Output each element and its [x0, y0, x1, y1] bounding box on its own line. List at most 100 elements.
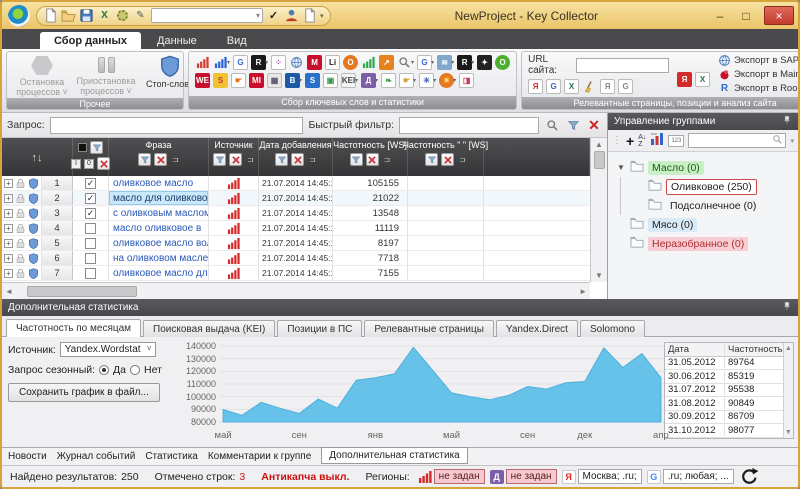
open-project-icon[interactable] [61, 8, 76, 23]
row-check-cell[interactable]: ✓ [73, 191, 109, 205]
maximize-button[interactable]: □ [738, 9, 754, 23]
lock-icon[interactable] [15, 208, 26, 219]
select-all-icon[interactable] [78, 143, 87, 152]
ribbon-tab-3[interactable]: Вид [213, 32, 261, 49]
row-checkbox[interactable]: ✓ [85, 193, 96, 204]
collect-service-icon[interactable]: O [495, 55, 510, 70]
ribbon-button-2[interactable]: Приостановка процессов ˅ [75, 53, 137, 97]
row-checkbox[interactable]: ✓ [85, 208, 96, 219]
export-excel-icon[interactable]: X [97, 8, 112, 23]
sort-icon[interactable]: ↑↓ [32, 152, 43, 164]
lock-icon[interactable] [15, 253, 26, 264]
row-checkbox[interactable]: ✓ [85, 178, 96, 189]
source-select[interactable]: Yandex.Wordstat [60, 342, 156, 357]
stats-tab-5[interactable]: Yandex.Direct [496, 320, 578, 337]
row-checkbox[interactable] [85, 268, 96, 279]
seasonal-no-radio[interactable] [130, 365, 140, 375]
shield-icon[interactable] [28, 178, 39, 189]
lock-icon[interactable] [15, 268, 26, 279]
settings-gear-icon[interactable] [115, 8, 130, 23]
close-button[interactable]: × [764, 6, 794, 25]
search-settings-icon[interactable] [544, 117, 560, 133]
check-filter-icon[interactable] [90, 141, 103, 154]
page-service-icon[interactable]: X [695, 72, 710, 87]
collect-service-icon[interactable]: ↗ [379, 55, 394, 70]
expand-icon[interactable]: + [4, 224, 13, 233]
collect-service-icon[interactable]: R [457, 55, 472, 70]
collect-service-icon[interactable]: ☀ [439, 73, 454, 88]
bottom-tab-3[interactable]: Статистика [145, 451, 198, 462]
add-group-icon[interactable]: + [626, 133, 634, 149]
shield-icon[interactable] [28, 193, 39, 204]
collect-service-icon[interactable]: ✳ [419, 73, 434, 88]
filter-icon[interactable] [275, 153, 288, 166]
clear-filter-icon[interactable] [291, 153, 304, 166]
table-row[interactable]: +2✓масло для оливковое21.07.2014 14:45:1… [2, 191, 607, 206]
horizontal-scrollbar[interactable]: ◄ ► [2, 282, 590, 299]
region-chip-2[interactable]: Дне задан [490, 469, 557, 484]
row-checkbox[interactable] [85, 253, 96, 264]
filter-icon[interactable] [425, 153, 438, 166]
collect-service-icon[interactable]: O [343, 55, 358, 70]
collect-service-icon[interactable]: ▣ [323, 73, 338, 88]
quick-search-combobox[interactable]: ▾ [151, 8, 263, 23]
notes-icon[interactable] [302, 8, 317, 23]
column-header-4[interactable]: Частотность [WS]⊐ [333, 138, 408, 176]
expand-icon[interactable]: + [4, 194, 13, 203]
region-chip-1[interactable]: не задан [418, 469, 485, 484]
lock-icon[interactable] [15, 178, 26, 189]
row-check-cell[interactable] [73, 221, 109, 235]
save-chart-button[interactable]: Сохранить график в файл... [8, 383, 160, 402]
expand-icon[interactable]: + [4, 209, 13, 218]
query-input[interactable] [50, 117, 304, 134]
pin-icon[interactable] [782, 301, 792, 314]
collect-service-icon[interactable]: ⁘ [271, 55, 286, 70]
table-row[interactable]: +7оливковое масло для волос21.07.2014 14… [2, 266, 607, 281]
tree-item-3[interactable]: Подсолнечное (0) [616, 196, 794, 215]
expand-icon[interactable]: + [4, 179, 13, 188]
column-header-5[interactable]: Частотность " " [WS]⊐ [408, 138, 484, 176]
column-header-3[interactable]: Дата добавления⊐ [259, 138, 333, 176]
export-link-3[interactable]: RЭкспорт в Rookee˅ [718, 82, 800, 95]
lock-icon[interactable] [15, 238, 26, 249]
expand-icon[interactable]: + [4, 254, 13, 263]
counter-icon[interactable]: 123 [668, 135, 684, 147]
collect-service-icon[interactable]: R [251, 55, 266, 70]
stats-tab-4[interactable]: Релевантные страницы [364, 320, 494, 337]
row-check-cell[interactable] [73, 236, 109, 250]
check-on-icon[interactable]: I [71, 159, 81, 169]
collect-service-icon[interactable]: ◨ [459, 73, 474, 88]
tree-item-4[interactable]: Мясо (0) [616, 215, 794, 234]
stats-tab-1[interactable]: Частотность по месяцам [6, 319, 141, 337]
shield-icon[interactable] [28, 223, 39, 234]
row-check-cell[interactable]: ✓ [73, 176, 109, 190]
toolbar-overflow-icon[interactable]: ▾ [790, 137, 794, 145]
export-link-1[interactable]: Экспорт в SAPE˅ [718, 54, 800, 67]
clear-filter-icon[interactable]: ✕ [586, 117, 602, 133]
confirm-check-icon[interactable]: ✓ [266, 8, 281, 23]
column-header-1[interactable]: Фраза⊐ [109, 138, 209, 176]
phrase-cell[interactable]: оливковое масло для волос [109, 266, 209, 280]
row-checkbox[interactable] [85, 238, 96, 249]
group-search-input[interactable] [688, 133, 786, 148]
seasonal-yes-radio[interactable] [99, 365, 109, 375]
clear-filter-icon[interactable] [441, 153, 454, 166]
column-header-check[interactable]: I0 [73, 138, 109, 176]
tree-caret-icon[interactable]: ▼ [616, 163, 626, 172]
phrase-cell[interactable]: оливковое масло [109, 176, 209, 190]
sort-az-icon[interactable]: A↓Z [638, 134, 646, 148]
column-pin-icon[interactable]: ⊐ [459, 155, 466, 164]
shield-icon[interactable] [28, 253, 39, 264]
page-service-icon[interactable]: Я [528, 79, 543, 94]
page-service-icon[interactable]: G [546, 79, 561, 94]
filter-icon[interactable] [350, 153, 363, 166]
app-logo-icon[interactable] [8, 5, 30, 27]
column-header-tools[interactable]: ↑↓ [2, 138, 73, 176]
collect-service-icon[interactable]: ☛ [231, 73, 246, 88]
collect-service-icon[interactable]: G [417, 55, 432, 70]
page-service-icon[interactable]: X [564, 79, 579, 94]
shield-icon[interactable] [28, 238, 39, 249]
region-chip-4[interactable]: G.ru; любая; ... [647, 469, 734, 484]
collect-service-icon[interactable]: KEI [341, 73, 356, 88]
page-service-icon[interactable] [582, 79, 597, 94]
